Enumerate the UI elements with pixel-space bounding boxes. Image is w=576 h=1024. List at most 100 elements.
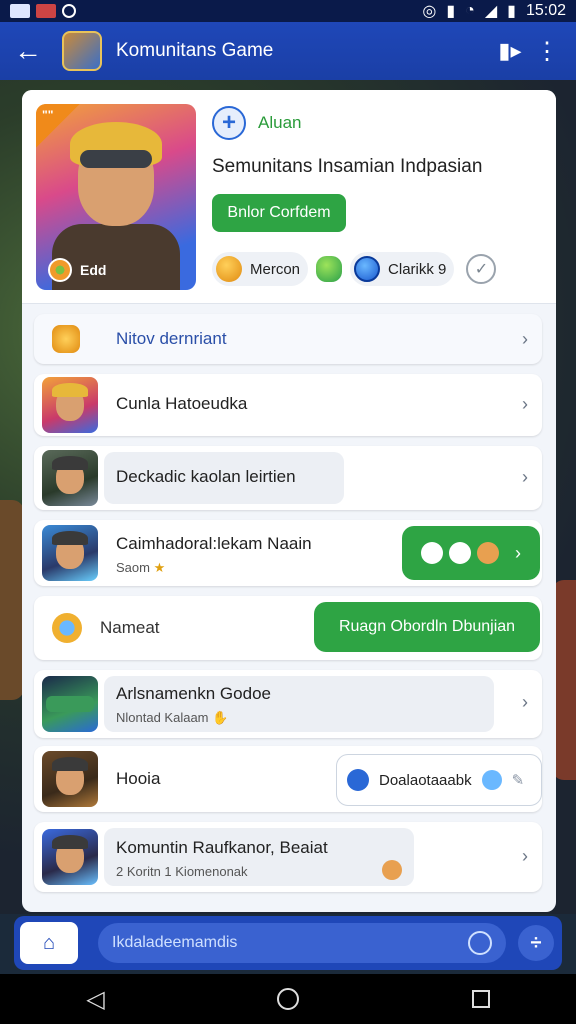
more-options-icon[interactable]: ⋮ — [532, 37, 562, 66]
home-nav-icon[interactable] — [277, 988, 300, 1010]
gift-icon — [477, 542, 499, 564]
message-bar: ⌂ Ikdaladeemamdis ÷ — [14, 916, 562, 970]
background-character-left — [0, 500, 24, 700]
list-item-label: Nameat — [100, 618, 160, 637]
alliance-row[interactable]: + Aluan — [212, 106, 301, 140]
app-bar: ← Komunitans Game ▮▸ ⋮ — [0, 22, 576, 80]
game-thumb — [42, 751, 98, 807]
thumb-hat — [52, 531, 88, 545]
coin-icon — [48, 258, 72, 282]
blue-stat[interactable]: Clarikk 9 — [350, 252, 455, 286]
join-button[interactable]: Bnlor Corfdem — [212, 194, 346, 232]
list-item-sublabel: Saom ★ — [116, 560, 165, 576]
blue-coin-icon — [354, 256, 381, 282]
list-item-sublabel: 2 Koritn 1 Kiomenonak — [116, 864, 248, 879]
hero-card: "" Edd + Aluan Semunitans Insamian Indpa… — [22, 90, 556, 304]
thumb-weapon — [46, 696, 94, 712]
emoji-icon — [481, 770, 502, 790]
community-panel: "" Edd + Aluan Semunitans Insamian Indpa… — [22, 90, 556, 912]
game-thumb — [42, 829, 98, 885]
list-item-label: Hooia — [116, 769, 161, 788]
reply-button-label: Doalaotaaabk — [379, 771, 472, 789]
clock: 15:02 — [525, 2, 566, 19]
hero-goggles — [80, 150, 152, 168]
list-item-label: Komuntin Raufkanor, Beaiat — [116, 838, 328, 857]
gold-stat-label: Mercon — [250, 260, 301, 278]
game-thumb — [42, 676, 98, 732]
stats-row: Mercon Clarikk 9 ✓ — [212, 252, 497, 286]
hand-icon: ✋ — [212, 710, 229, 725]
arrow-icon: › — [515, 542, 521, 563]
smile-icon — [421, 542, 443, 564]
community-title: Semunitans Insamian Indpasian — [212, 156, 483, 177]
gift-icon — [382, 860, 402, 880]
home-icon: ⌂ — [42, 931, 56, 954]
corner-label: "" — [42, 108, 54, 122]
check-icon[interactable]: ✓ — [466, 254, 497, 284]
game-logo — [62, 31, 102, 71]
app-title: Komunitans Game — [116, 40, 274, 61]
blue-stat-label: Clarikk 9 — [388, 260, 447, 278]
plus-icon[interactable]: + — [212, 106, 246, 140]
clock-icon[interactable] — [468, 931, 492, 955]
add-button[interactable]: ÷ — [518, 925, 554, 961]
game-thumb — [42, 450, 98, 506]
back-nav-icon[interactable]: ◁ — [86, 985, 104, 1014]
alarm-icon: ◎ — [422, 3, 437, 20]
list-item-label: Arlsnamenkn Godoe — [116, 684, 271, 703]
photo-notification-icon — [36, 4, 56, 18]
list-item-label: Cunla Hatoeudka — [116, 394, 248, 413]
system-nav-bar: ◁ — [0, 974, 576, 1024]
alliance-label: Aluan — [258, 113, 302, 132]
reaction-button[interactable]: › — [402, 526, 540, 580]
emoji-icon — [52, 325, 80, 353]
blue-badge-icon — [347, 769, 369, 791]
thumb-hat — [52, 835, 88, 849]
list-item[interactable]: Komuntin Raufkanor, Beaiat 2 Koritn 1 Ki… — [34, 822, 542, 892]
exit-icon[interactable]: ▮▸ — [488, 38, 532, 64]
list-item-label: Caimhadoral:lekam Naain — [116, 534, 312, 553]
chevron-right-icon: › — [522, 394, 528, 414]
list-item-label: Nitov dernriant — [116, 329, 227, 348]
chevron-right-icon: › — [522, 846, 528, 866]
list-item[interactable]: Hooia Doalaotaaabk ✎ — [34, 746, 542, 812]
gold-coin-icon — [216, 256, 242, 282]
chat-icon — [449, 542, 471, 564]
chevron-right-icon: › — [522, 467, 528, 487]
reply-button[interactable]: Doalaotaaabk ✎ — [336, 754, 542, 806]
status-bar: ◎ ▮ ◔ ◢ ▮ 15:02 — [0, 0, 576, 22]
list-item[interactable]: Nitov dernriant › — [34, 314, 542, 364]
action-button[interactable]: Ruagn Obordln Dbunjian — [314, 602, 540, 652]
list-item[interactable]: Caimhadoral:lekam Naain Saom ★ › — [34, 520, 542, 586]
sublabel-text: Saom — [116, 560, 150, 575]
star-icon: ★ — [153, 560, 166, 575]
list-item[interactable]: Arlsnamenkn Godoe Nlontad Kalaam ✋ › — [34, 670, 542, 738]
emoji-icon — [52, 613, 82, 643]
gold-stat[interactable]: Mercon — [212, 252, 309, 286]
signal-icon: ▮ — [446, 3, 456, 20]
chevron-right-icon: › — [522, 329, 528, 349]
list-item[interactable]: Deckadic kaolan leirtien › — [34, 446, 542, 510]
notification-icon — [10, 4, 30, 18]
app-notification-icon — [62, 4, 76, 18]
list-item[interactable]: Cunla Hatoeudka › — [34, 374, 542, 436]
hero-avatar[interactable]: "" Edd — [36, 104, 196, 290]
sublabel-text: Nlontad Kalaam — [116, 710, 209, 725]
back-arrow-icon[interactable]: ← — [14, 35, 62, 67]
chevron-right-icon: › — [522, 692, 528, 712]
home-button[interactable]: ⌂ — [20, 922, 78, 964]
battery-icon: ▮ — [507, 3, 516, 20]
list-item-label: Deckadic kaolan leirtien — [116, 467, 296, 486]
recents-nav-icon[interactable] — [471, 990, 490, 1008]
gem-icon[interactable] — [316, 256, 343, 282]
message-placeholder: Ikdaladeemamdis — [112, 934, 238, 951]
thumb-helmet — [52, 456, 88, 470]
thumb-hair — [52, 383, 88, 397]
hero-badge-label: Edd — [80, 262, 107, 278]
game-thumb — [42, 525, 98, 581]
message-input[interactable]: Ikdaladeemamdis — [98, 923, 506, 963]
hero-body — [52, 224, 180, 290]
list-item-sublabel: Nlontad Kalaam ✋ — [116, 710, 228, 726]
list-item[interactable]: Nameat Ruagn Obordln Dbunjian — [34, 596, 542, 660]
cell-signal-icon: ◢ — [484, 3, 498, 20]
